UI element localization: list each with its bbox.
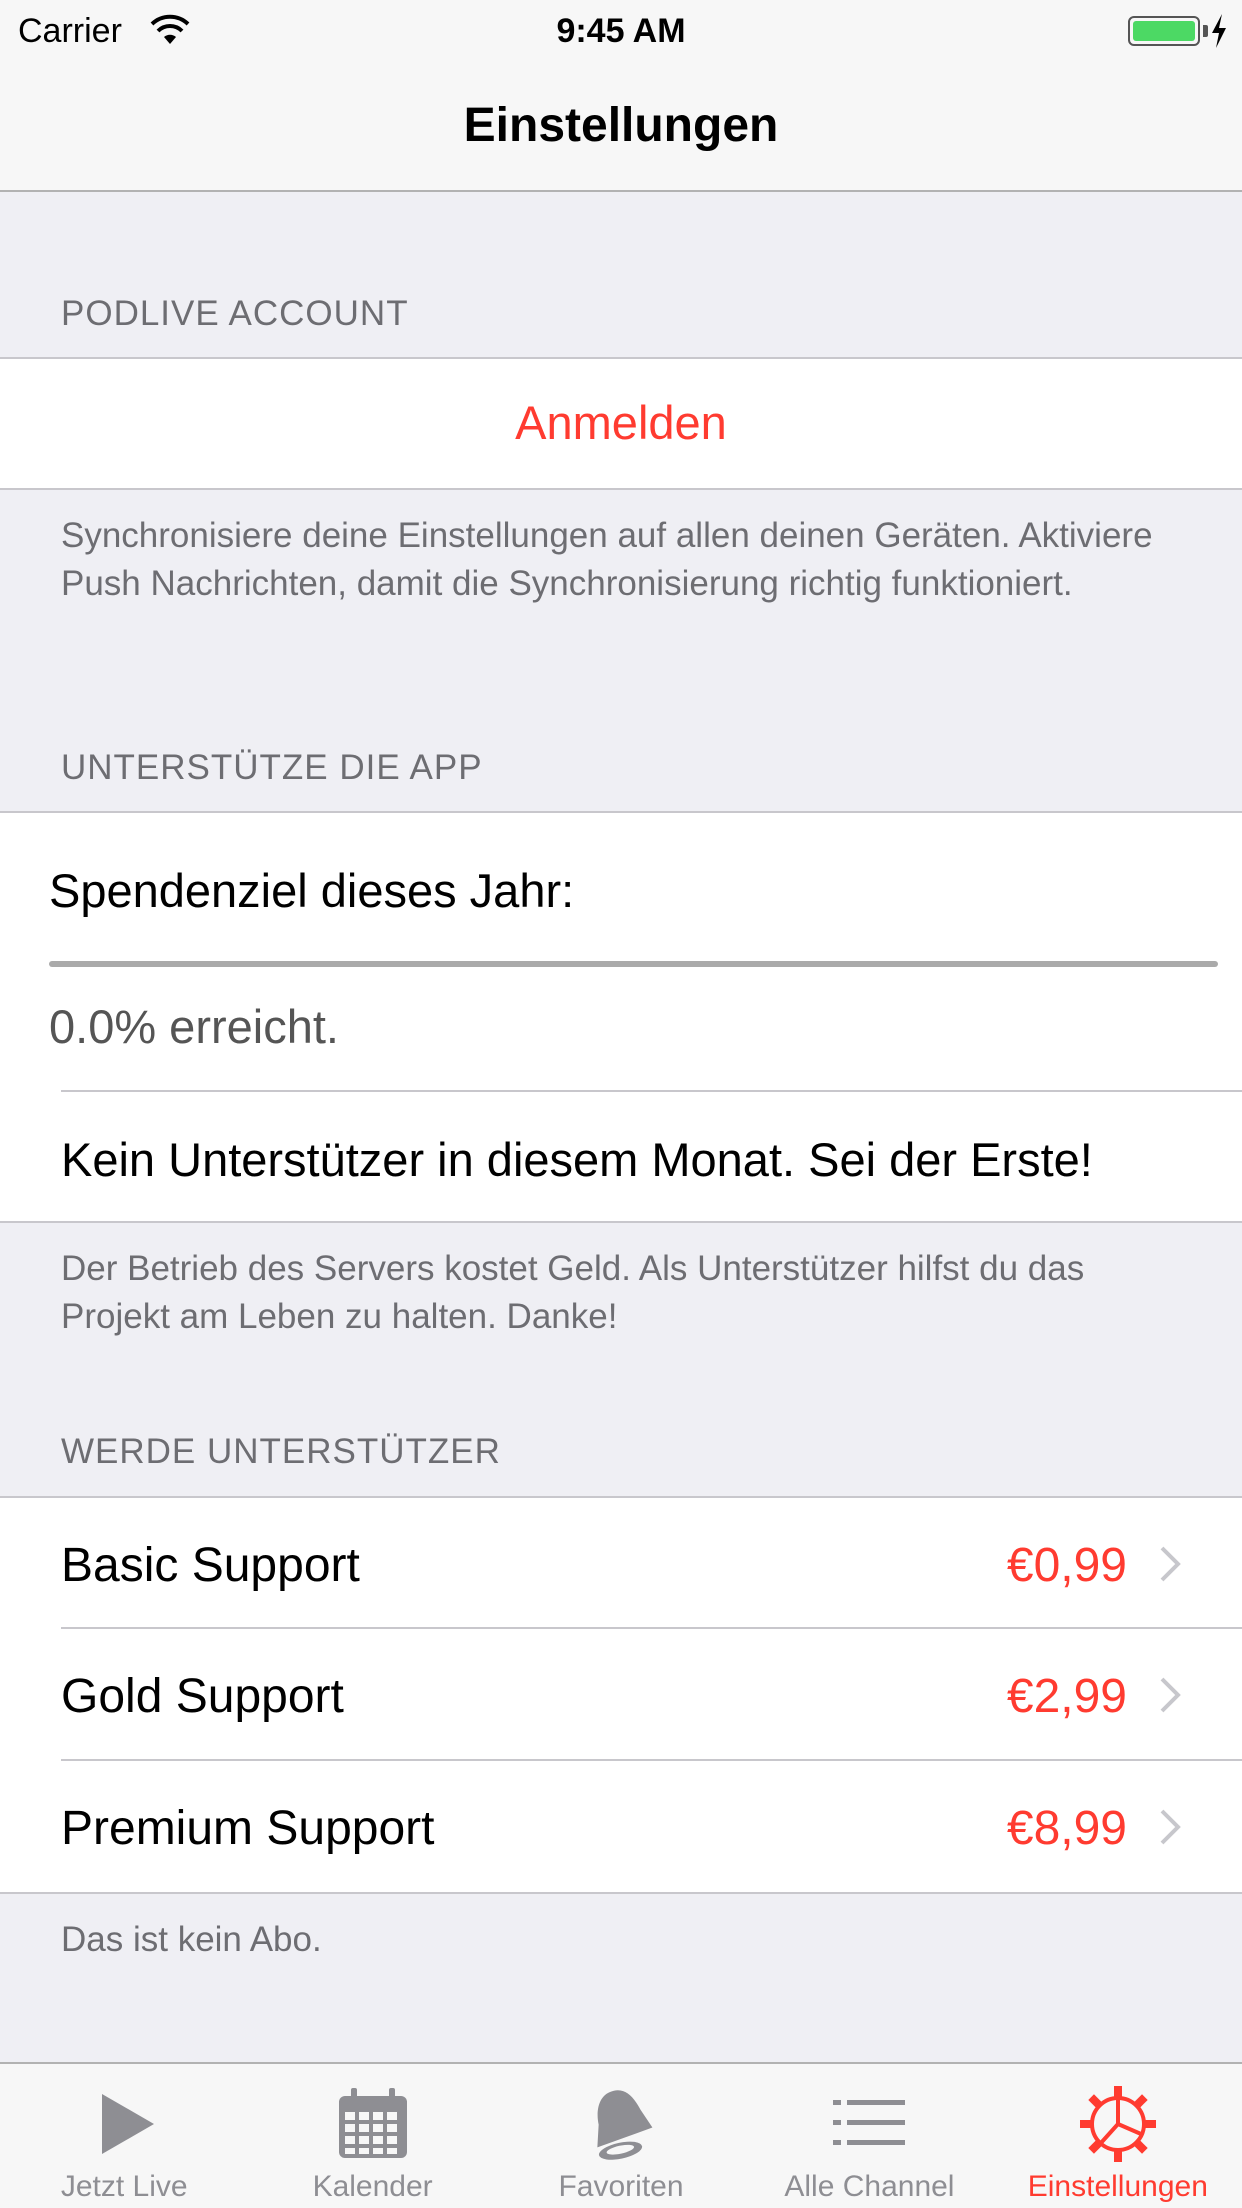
tier-row-gold[interactable]: Gold Support €2,99 xyxy=(0,1629,1242,1761)
play-icon xyxy=(102,2094,155,2154)
page-title: Einstellungen xyxy=(463,99,779,152)
support-app-group: Spendenziel dieses Jahr: 0.0% erreicht. … xyxy=(0,811,1242,1223)
charging-bolt-icon xyxy=(1212,14,1226,48)
tab-alle-channel[interactable]: Alle Channel xyxy=(745,2064,993,2208)
section-footer-become-supporter: Das ist kein Abo. xyxy=(61,1920,322,1959)
chevron-right-icon xyxy=(1160,1546,1181,1582)
tab-bar: Jetzt Live Kalender Favoriten Alle Chann… xyxy=(0,2062,1242,2208)
tab-kalender[interactable]: Kalender xyxy=(248,2064,496,2208)
section-header-become-supporter: WERDE UNTERSTÜTZER xyxy=(61,1432,501,1471)
tab-einstellungen[interactable]: Einstellungen xyxy=(994,2064,1242,2208)
gear-icon xyxy=(1079,2086,1156,2162)
donation-progress-text: 0.0% erreicht. xyxy=(49,1000,339,1053)
support-tiers-group: Basic Support €0,99 Gold Support €2,99 P… xyxy=(0,1496,1242,1894)
tier-row-basic[interactable]: Basic Support €0,99 xyxy=(0,1498,1242,1629)
donation-progress-bar xyxy=(49,961,1218,967)
tier-price: €8,99 xyxy=(1006,1802,1127,1855)
login-button[interactable]: Anmelden xyxy=(0,359,1242,487)
supporter-status-text: Kein Unterstützer in diesem Monat. Sei d… xyxy=(61,1133,1093,1186)
tier-price: €0,99 xyxy=(1006,1539,1127,1592)
tier-row-premium[interactable]: Premium Support €8,99 xyxy=(0,1761,1242,1892)
tab-favoriten[interactable]: Favoriten xyxy=(497,2064,745,2208)
tab-label: Alle Channel xyxy=(784,2170,955,2203)
supporter-status-cell: Kein Unterstützer in diesem Monat. Sei d… xyxy=(0,1092,1242,1221)
chevron-right-icon xyxy=(1160,1809,1181,1845)
donation-goal-title: Spendenziel dieses Jahr: xyxy=(49,864,575,917)
tier-label: Premium Support xyxy=(61,1802,435,1855)
calendar-icon xyxy=(338,2088,407,2158)
status-bar: Carrier 9:45 AM xyxy=(0,0,1242,62)
chevron-right-icon xyxy=(1160,1677,1181,1713)
tab-label: Jetzt Live xyxy=(60,2170,188,2203)
tab-label: Favoriten xyxy=(558,2170,684,2203)
status-time: 9:45 AM xyxy=(556,12,686,50)
tier-label: Gold Support xyxy=(61,1670,344,1723)
bell-icon xyxy=(597,2090,653,2160)
section-header-support-app: UNTERSTÜTZE DIE APP xyxy=(61,748,483,787)
list-icon xyxy=(833,2100,906,2145)
section-footer-account: Synchronisiere deine Einstellungen auf a… xyxy=(61,516,1153,603)
navigation-bar: Einstellungen xyxy=(0,62,1242,192)
tier-label: Basic Support xyxy=(61,1539,360,1592)
battery-icon xyxy=(1128,16,1200,46)
tab-label: Kalender xyxy=(312,2170,433,2203)
tier-price: €2,99 xyxy=(1006,1670,1127,1723)
section-header-account: PODLIVE ACCOUNT xyxy=(61,294,409,333)
tab-jetzt-live[interactable]: Jetzt Live xyxy=(0,2064,248,2208)
tab-label: Einstellungen xyxy=(1027,2170,1208,2203)
battery-cap xyxy=(1203,25,1208,37)
donation-goal-cell: Spendenziel dieses Jahr: 0.0% erreicht. xyxy=(0,813,1242,1092)
section-footer-support-app: Der Betrieb des Servers kostet Geld. Als… xyxy=(61,1249,1085,1336)
account-group: Anmelden xyxy=(0,357,1242,490)
